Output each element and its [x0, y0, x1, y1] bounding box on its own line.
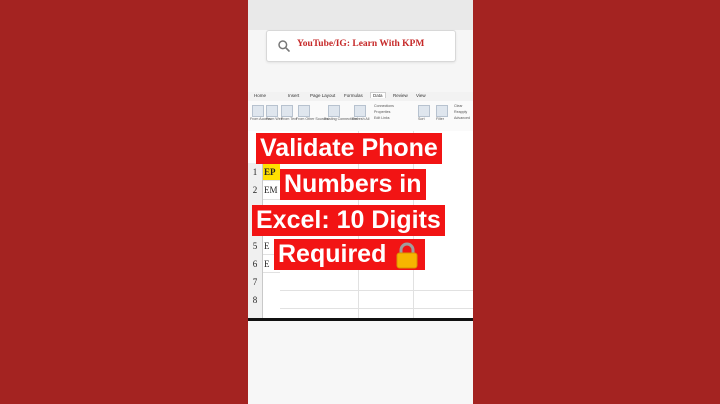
from-text-button[interactable]	[281, 105, 293, 117]
tab-formulas[interactable]: Formulas	[344, 93, 363, 98]
reapply-label[interactable]: Reapply	[454, 110, 467, 114]
row-header[interactable]: 6	[248, 255, 263, 274]
sort-button[interactable]	[418, 105, 430, 117]
lower-blank-area	[248, 321, 473, 404]
sheet-row-line	[280, 291, 473, 309]
row-header[interactable]: 7	[248, 273, 263, 292]
edit-links-label[interactable]: Edit Links	[374, 116, 390, 120]
filter-button[interactable]	[436, 105, 448, 117]
row-header[interactable]: 8	[248, 291, 263, 320]
row-header[interactable]: 2	[248, 181, 263, 201]
title-line-4-text: Required	[278, 240, 387, 268]
sheet-row-line	[280, 273, 473, 291]
search-icon	[278, 40, 290, 52]
connections-label[interactable]: Connections	[374, 104, 394, 108]
row-header[interactable]: 1	[248, 163, 263, 182]
tab-data[interactable]: Data	[370, 92, 386, 98]
clear-label[interactable]: Clear	[454, 104, 463, 108]
tab-page-layout[interactable]: Page Layout	[310, 93, 335, 98]
title-line-1: Validate Phone	[256, 133, 442, 164]
refresh-all-button[interactable]	[354, 105, 366, 117]
blurred-top-bar	[248, 0, 473, 30]
sort-label: Sort	[418, 117, 425, 121]
filter-label: Filter	[436, 117, 444, 121]
from-access-button[interactable]	[252, 105, 264, 117]
tab-home[interactable]: Home	[254, 93, 266, 98]
ribbon-toolbar: From Access From Web From Text From Othe…	[248, 101, 473, 132]
existing-connections-button[interactable]	[328, 105, 340, 117]
from-text-label: From Text	[281, 117, 297, 121]
properties-label[interactable]: Properties	[374, 110, 390, 114]
refresh-all-label: Refresh All	[352, 117, 370, 121]
tab-view[interactable]: View	[416, 93, 426, 98]
from-web-button[interactable]	[266, 105, 278, 117]
from-other-sources-button[interactable]	[298, 105, 310, 117]
video-frame: YouTube/IG: Learn With KPM Home Insert P…	[0, 0, 720, 404]
advanced-label[interactable]: Advanced	[454, 116, 470, 120]
cell-a1[interactable]: EP	[263, 163, 280, 181]
right-background	[473, 0, 720, 404]
title-line-2: Numbers in	[280, 169, 426, 200]
title-line-3: Excel: 10 Digits	[252, 205, 445, 236]
search-bar[interactable]: YouTube/IG: Learn With KPM	[266, 30, 456, 62]
video-content: YouTube/IG: Learn With KPM Home Insert P…	[248, 0, 473, 404]
lock-icon	[396, 242, 418, 269]
tab-review[interactable]: Review	[393, 93, 408, 98]
cell-a2[interactable]: EM	[263, 181, 280, 200]
title-line-4: Required	[274, 239, 426, 270]
search-text: YouTube/IG: Learn With KPM	[297, 39, 425, 49]
tab-insert[interactable]: Insert	[288, 93, 299, 98]
left-background	[0, 0, 248, 404]
row-header[interactable]: 5	[248, 237, 263, 256]
